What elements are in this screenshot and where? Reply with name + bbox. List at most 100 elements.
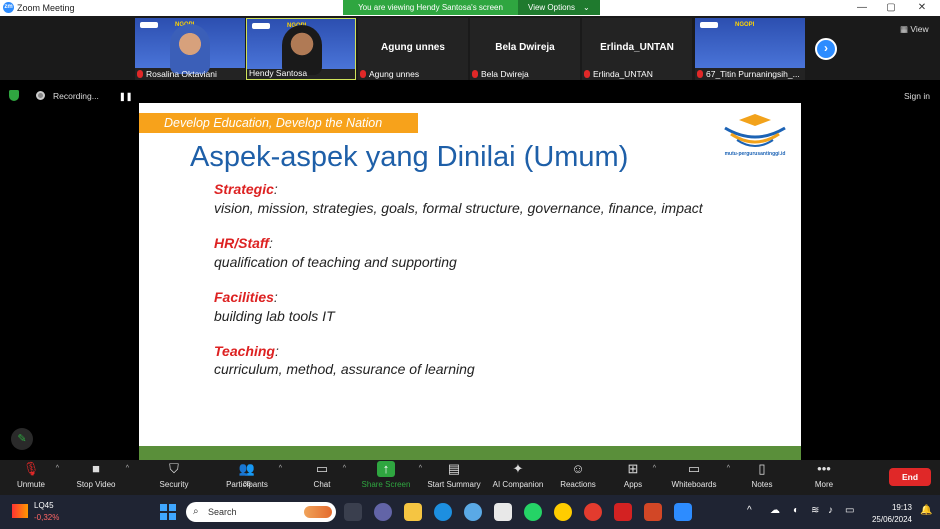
share-screen-icon: ↑ [377, 461, 395, 477]
view-options-button[interactable]: View Options ⌄ [518, 0, 600, 15]
close-icon[interactable]: ✕ [912, 1, 932, 15]
recording-label: Recording... [53, 91, 99, 101]
chevron-up-icon[interactable]: ^ [343, 465, 346, 472]
tray-expand-icon[interactable]: ^ [747, 505, 752, 516]
participant-tile[interactable]: Agung unnes Agung unnes [358, 18, 468, 80]
video-camera-icon: ■ [92, 461, 100, 476]
next-page-button[interactable]: › [815, 38, 837, 60]
participant-tile[interactable]: Erlinda_UNTAN Erlinda_UNTAN [582, 18, 692, 80]
mic-muted-icon [584, 70, 590, 78]
mic-muted-icon [697, 70, 703, 78]
maximize-icon[interactable]: ▢ [881, 1, 901, 15]
start-summary-button[interactable]: ▤ Start Summary [425, 461, 483, 489]
category-teaching: Teaching: [214, 343, 279, 359]
task-view-icon[interactable] [344, 503, 362, 521]
stop-video-button[interactable]: ■ Stop Video ^ [73, 461, 130, 489]
chrome-alt-icon[interactable] [584, 503, 602, 521]
shield-icon[interactable] [9, 90, 19, 101]
chevron-up-icon[interactable]: ^ [419, 465, 422, 472]
recording-icon [36, 91, 45, 100]
taskbar-search-box[interactable]: ⌕ Search [186, 502, 336, 522]
view-button[interactable]: ▦ View [900, 24, 929, 35]
shield-icon: ⛉ [169, 461, 179, 476]
wifi-icon[interactable]: ≋ [811, 505, 819, 516]
share-screen-button[interactable]: ↑ Share Screen ^ [360, 461, 422, 489]
ai-companion-button[interactable]: ✦ AI Companion [490, 461, 546, 489]
apps-button[interactable]: ⊞ Apps ^ [620, 461, 656, 489]
sign-in-link[interactable]: Sign in [904, 91, 930, 101]
category-detail: qualification of teaching and supporting [214, 254, 457, 270]
apps-icon: ⊞ [627, 461, 639, 476]
unmute-button[interactable]: 🎙 Unmute ^ [13, 461, 59, 489]
security-button[interactable]: ⛉ Security [155, 461, 193, 489]
summary-icon: ▤ [447, 461, 461, 476]
participant-video [170, 24, 210, 74]
mic-muted-icon [137, 70, 143, 78]
chat-app-icon[interactable] [374, 503, 392, 521]
category-hr-staff: HR/Staff: [214, 235, 273, 251]
onedrive-icon[interactable]: ◐ [793, 505, 799, 516]
notification-bell-icon[interactable]: 🔔 [920, 505, 932, 516]
chevron-up-icon[interactable]: ^ [126, 465, 129, 472]
whiteboards-button[interactable]: ▭ Whiteboards ^ [668, 461, 730, 489]
store-icon[interactable] [464, 503, 482, 521]
grid-icon: ▦ [900, 24, 911, 34]
participant-name: Hendy Santosa [249, 68, 308, 78]
clock-time: 19:13 [891, 503, 912, 512]
taskbar-clock[interactable]: 19:13 25/06/2024 [866, 502, 912, 526]
shared-screen-slide: Develop Education, Develop the Nation mu… [139, 103, 801, 460]
participant-tile[interactable]: NGOPI Rosalina Oktaviani [135, 18, 245, 80]
window-title: Zoom Meeting [17, 3, 75, 13]
university-logo: mutu-pergurusantinggi.id [717, 110, 793, 158]
category-strategic: Strategic: [214, 181, 278, 197]
minimize-icon[interactable]: — [852, 1, 872, 15]
participant-tile-active-speaker[interactable]: NGOPI Hendy Santosa [246, 18, 356, 80]
more-dots-icon: ••• [817, 461, 831, 476]
participant-name: Bela Dwireja [472, 69, 529, 79]
annotate-pen-icon[interactable]: ✎ [11, 428, 33, 450]
pause-recording-icon[interactable]: ❚❚ [119, 92, 132, 101]
zoom-taskbar-icon[interactable] [674, 503, 692, 521]
sparkle-icon: ✦ [512, 461, 524, 476]
participant-display-name: Agung unnes [381, 42, 445, 53]
participant-display-name: Bela Dwireja [495, 42, 555, 53]
powerpoint-icon[interactable] [644, 503, 662, 521]
chevron-up-icon[interactable]: ^ [56, 465, 59, 472]
participant-tile[interactable]: NGOPI 67_Titin Purnaningsih_... [695, 18, 805, 80]
chevron-right-icon: › [824, 41, 828, 55]
store-bag-icon[interactable] [494, 503, 512, 521]
stock-chart-icon[interactable] [12, 504, 28, 518]
mic-muted-icon [472, 70, 478, 78]
cloud-icon[interactable]: ☁ [770, 505, 780, 516]
slide-title: Aspek-aspek yang Dinilai (Umum) [190, 141, 629, 173]
notes-button[interactable]: ▯ Notes [748, 461, 776, 489]
notes-icon: ▯ [758, 461, 766, 476]
whatsapp-icon[interactable] [524, 503, 542, 521]
participants-button[interactable]: 👥36 Participants ^ [222, 461, 282, 489]
participant-tile[interactable]: Bela Dwireja Bela Dwireja [470, 18, 580, 80]
chevron-up-icon[interactable]: ^ [279, 465, 282, 472]
volume-icon[interactable]: ♪ [828, 505, 833, 516]
stock-ticker-change[interactable]: -0,32% [34, 513, 59, 522]
acrobat-icon[interactable] [614, 503, 632, 521]
category-detail: vision, mission, strategies, goals, form… [214, 200, 703, 216]
stock-ticker-name[interactable]: LQ45 [34, 501, 54, 510]
edge-browser-icon[interactable] [434, 503, 452, 521]
windows-start-icon[interactable] [160, 504, 176, 520]
whiteboard-icon: ▭ [687, 461, 701, 476]
chevron-down-icon: ⌄ [583, 3, 590, 12]
participant-name: Rosalina Oktaviani [137, 69, 217, 79]
reactions-button[interactable]: ☺ Reactions [558, 461, 598, 489]
end-meeting-button[interactable]: End [889, 468, 931, 486]
participants-icon: 👥36 [238, 461, 256, 488]
file-explorer-icon[interactable] [404, 503, 422, 521]
graduation-cap-icon [724, 114, 786, 147]
battery-icon[interactable]: ▭ [845, 505, 854, 516]
emoji-icon: ☺ [571, 461, 585, 476]
chevron-up-icon[interactable]: ^ [653, 465, 656, 472]
chrome-browser-icon[interactable] [554, 503, 572, 521]
more-button[interactable]: ••• More [810, 461, 838, 489]
participant-name: Erlinda_UNTAN [584, 69, 653, 79]
chevron-up-icon[interactable]: ^ [727, 465, 730, 472]
chat-button[interactable]: ▭ Chat ^ [308, 461, 346, 489]
